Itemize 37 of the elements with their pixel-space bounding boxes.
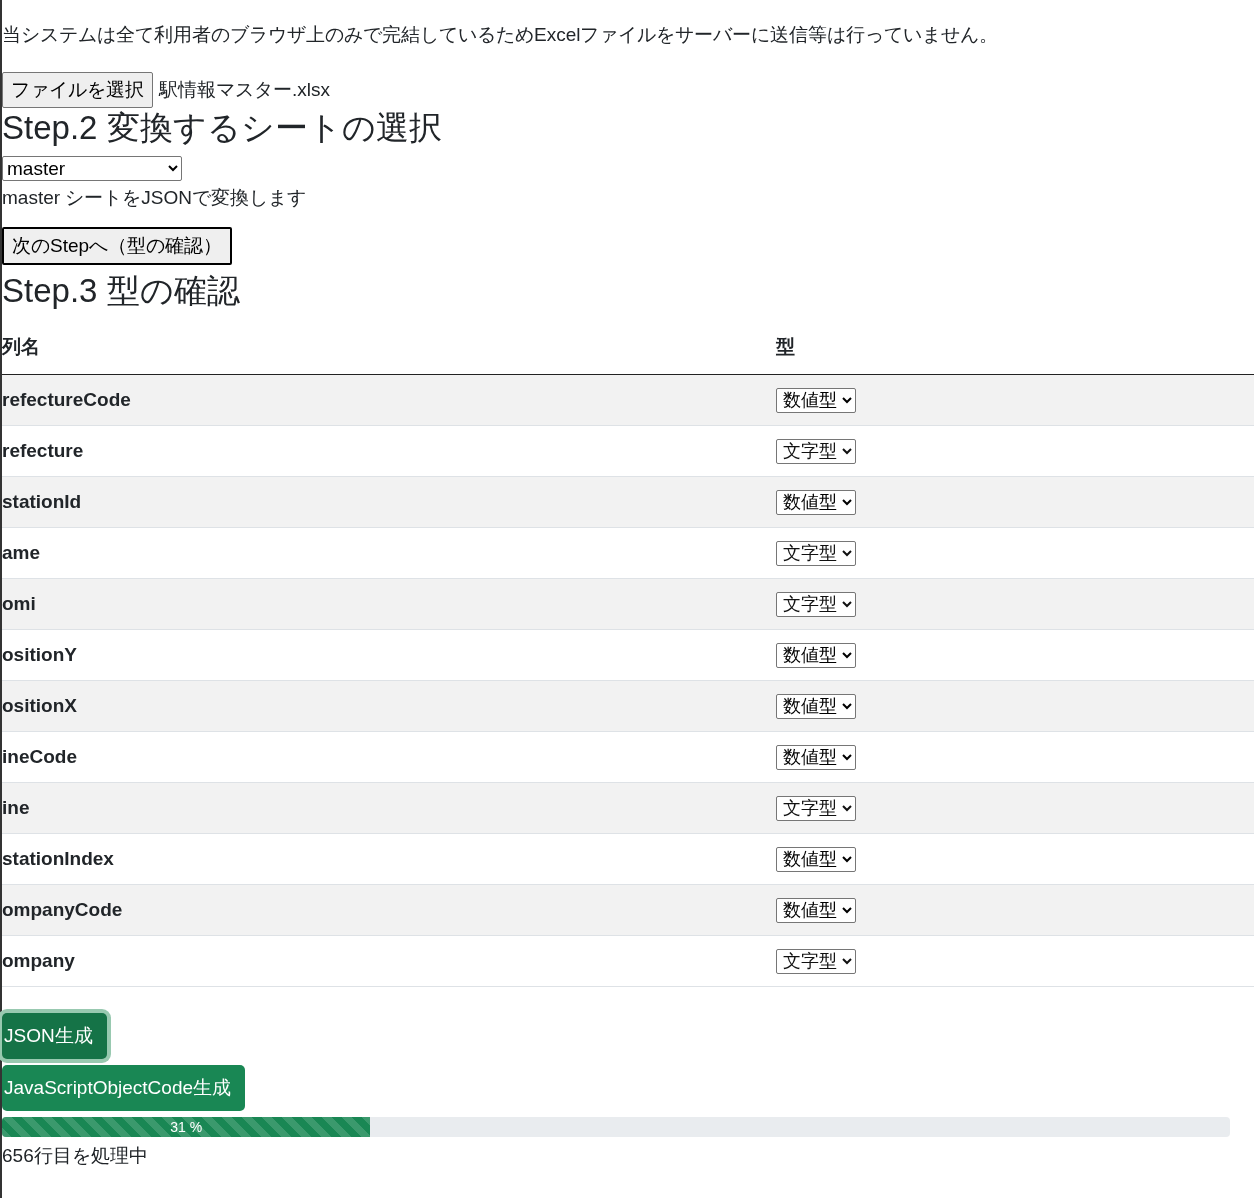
- progress-fill: 31 %: [2, 1117, 371, 1138]
- file-choose-button[interactable]: ファイルを選択: [2, 72, 153, 108]
- column-name-cell: ineCode: [2, 731, 776, 783]
- type-select[interactable]: 数値型: [776, 897, 856, 923]
- next-step-button[interactable]: 次のStepへ（型の確認）: [2, 226, 233, 265]
- type-select[interactable]: 文字型: [776, 438, 856, 464]
- status-text: 656行目を処理中: [2, 1144, 149, 1169]
- column-name-cell: ame: [2, 527, 776, 579]
- column-name-cell: ositionX: [2, 680, 776, 732]
- column-name-cell: stationId: [2, 476, 776, 528]
- sheet-note: master シートをJSONで変換します: [2, 185, 308, 210]
- sheet-select[interactable]: master: [2, 155, 182, 181]
- column-header: 型: [776, 322, 1254, 375]
- type-select[interactable]: 数値型: [776, 693, 856, 719]
- generate-button[interactable]: JavaScriptObjectCode生成: [2, 1065, 246, 1112]
- type-select[interactable]: 数値型: [776, 846, 856, 872]
- column-name-cell: ompany: [2, 935, 776, 987]
- file-name: 駅情報マスター.xlsx: [159, 78, 330, 102]
- type-select[interactable]: 数値型: [776, 387, 856, 413]
- column-name-cell: refecture: [2, 425, 776, 477]
- type-select[interactable]: 文字型: [776, 540, 856, 566]
- column-header: 列名: [2, 322, 776, 375]
- step-heading: Step.3 型の確認: [2, 270, 241, 311]
- type-select[interactable]: 文字型: [776, 948, 856, 974]
- column-name-cell: stationIndex: [2, 833, 776, 885]
- column-name-cell: refectureCode: [2, 374, 776, 426]
- type-select[interactable]: 数値型: [776, 744, 856, 770]
- type-select[interactable]: 文字型: [776, 795, 856, 821]
- type-select[interactable]: 数値型: [776, 642, 856, 668]
- column-name-cell: omi: [2, 578, 776, 630]
- column-name-cell: ompanyCode: [2, 884, 776, 936]
- column-name-cell: ositionY: [2, 629, 776, 681]
- type-select[interactable]: 文字型: [776, 591, 856, 617]
- type-select[interactable]: 数値型: [776, 489, 856, 515]
- description-text: 当システムは全て利用者のブラウザ上のみで完結しているためExcelファイルをサーバーに送信等は行っていません。: [2, 23, 1000, 47]
- column-name-cell: ine: [2, 782, 776, 834]
- step-heading: Step.2 変換するシートの選択: [2, 108, 443, 148]
